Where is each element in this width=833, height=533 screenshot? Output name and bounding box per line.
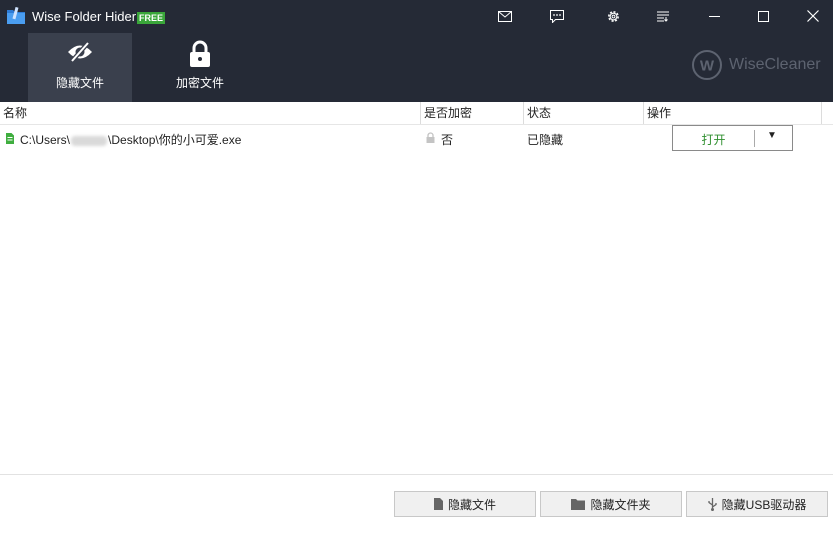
dropdown-arrow-icon[interactable]: ▼ <box>767 130 777 141</box>
brand-name: WiseCleaner <box>729 56 821 73</box>
split-divider <box>754 130 755 147</box>
folder-icon <box>571 498 586 510</box>
column-actions[interactable]: 操作 <box>644 102 822 124</box>
redacted-username <box>71 135 108 146</box>
file-path: C:\Users\ \Desktop\你的小可爱.exe <box>20 131 241 148</box>
open-split-button: 打开 ▼ <box>672 125 793 151</box>
tab-hide-files[interactable]: 隐藏文件 <box>28 33 132 102</box>
tab-hide-files-label: 隐藏文件 <box>55 76 104 90</box>
column-encrypted[interactable]: 是否加密 <box>421 102 524 124</box>
table-header: 名称 是否加密 状态 操作 <box>0 102 833 125</box>
file-path-prefix: C:\Users\ <box>20 133 71 147</box>
app-header: Wise Folder Hider FREE 隐藏文件 加密文件 W WiseC… <box>0 0 833 102</box>
file-icon <box>6 133 14 144</box>
hide-folder-button[interactable]: 隐藏文件夹 <box>540 491 682 517</box>
close-icon[interactable] <box>798 4 828 28</box>
minimize-icon[interactable] <box>699 4 729 28</box>
file-icon <box>433 498 443 510</box>
hide-file-label: 隐藏文件 <box>447 497 496 512</box>
status-value: 已隐藏 <box>527 133 564 147</box>
hide-usb-label: 隐藏USB驱动器 <box>721 497 807 512</box>
hide-folder-label: 隐藏文件夹 <box>590 497 651 512</box>
maximize-icon[interactable] <box>748 4 778 28</box>
usb-icon <box>708 497 717 511</box>
tab-encrypt-files-label: 加密文件 <box>175 76 224 90</box>
open-button[interactable]: 打开 <box>673 131 754 148</box>
title-bar: Wise Folder Hider FREE <box>0 0 833 32</box>
mail-icon[interactable] <box>490 4 520 28</box>
wisecleaner-logo: W WiseCleaner <box>690 50 821 80</box>
lock-small-icon <box>426 132 435 143</box>
eye-slash-icon <box>28 40 132 64</box>
file-path-suffix: \Desktop\你的小可爱.exe <box>108 133 242 147</box>
hide-file-button[interactable]: 隐藏文件 <box>394 491 536 517</box>
column-status[interactable]: 状态 <box>524 102 644 124</box>
folder-app-icon <box>7 7 25 24</box>
tab-encrypt-files[interactable]: 加密文件 <box>148 33 252 102</box>
app-title: Wise Folder Hider <box>32 9 137 24</box>
free-badge: FREE <box>137 12 166 24</box>
svg-text:W: W <box>700 58 715 75</box>
footer-divider <box>0 474 833 475</box>
settings-icon[interactable] <box>598 4 628 28</box>
chat-icon[interactable] <box>542 4 572 28</box>
column-name[interactable]: 名称 <box>0 102 421 124</box>
hide-usb-button[interactable]: 隐藏USB驱动器 <box>686 491 828 517</box>
menu-icon[interactable] <box>648 4 678 28</box>
lock-icon <box>148 40 252 68</box>
encrypted-value: 否 <box>441 133 454 147</box>
table-row[interactable]: C:\Users\ \Desktop\你的小可爱.exe 否 已隐藏 打开 ▼ <box>0 125 833 152</box>
